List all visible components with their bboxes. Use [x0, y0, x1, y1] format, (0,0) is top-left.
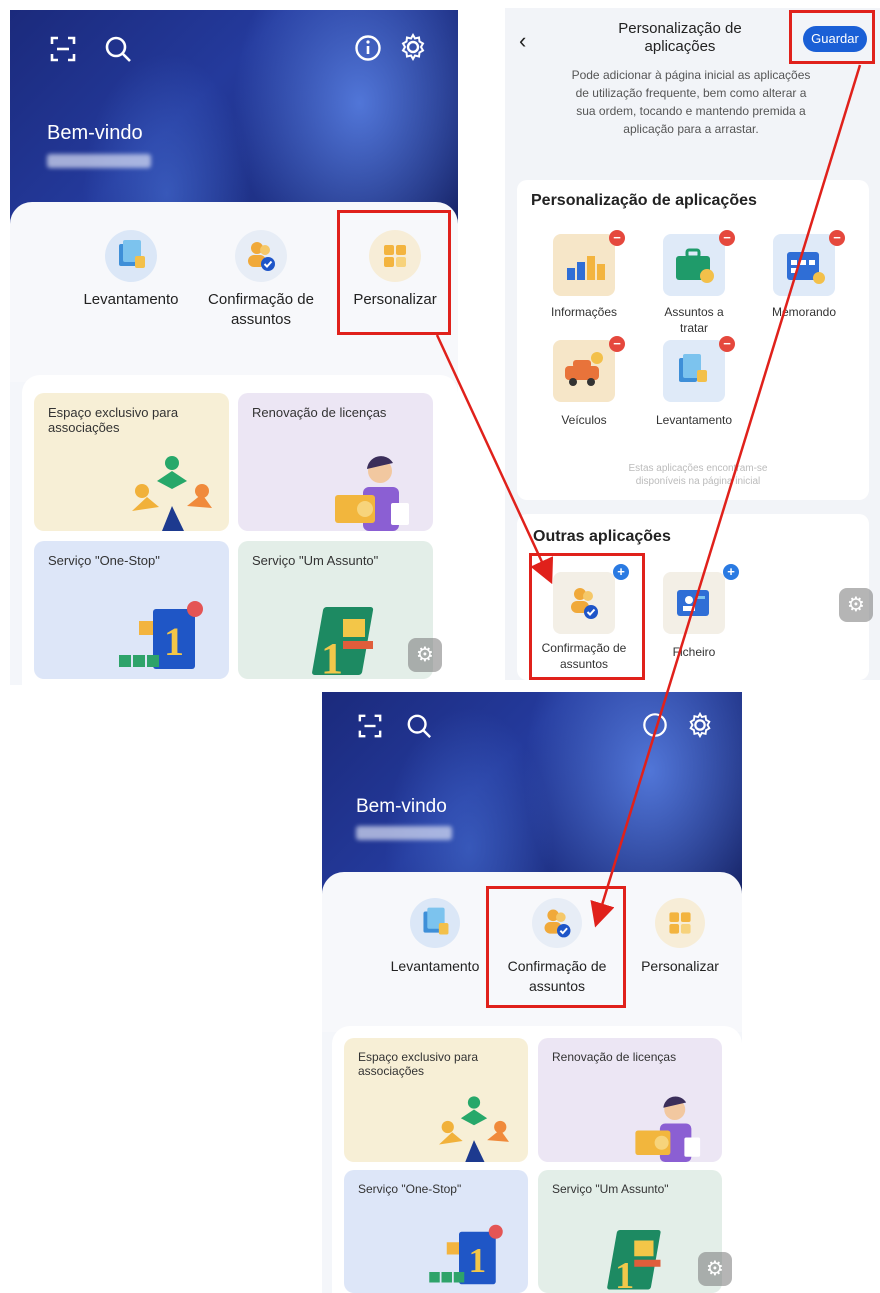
home-screen-after: Bem-vindo Levantamento Confirmação de as…: [322, 692, 742, 1293]
file-icon: [677, 590, 709, 616]
hero-banner: Bem-vindo: [322, 692, 742, 900]
quick-item-confirmacao[interactable]: Confirmação de assuntos: [196, 230, 326, 330]
quick-item-levantamento[interactable]: Levantamento: [380, 898, 490, 976]
confirm-matters-icon: [235, 230, 287, 282]
app-tile-veiculos[interactable]: [553, 340, 615, 402]
one-stop-icon: 1: [429, 1224, 503, 1285]
card-label-um-assunto: Serviço "Um Assunto": [552, 1182, 669, 1196]
card-one-stop[interactable]: Serviço "One-Stop" 1: [344, 1170, 528, 1293]
page-title: Personalização de aplicações: [618, 20, 742, 55]
card-associacoes[interactable]: Espaço exclusivo para associações: [34, 393, 229, 531]
svg-text:1: 1: [164, 619, 184, 664]
app-label-levantamento: Levantamento: [655, 413, 733, 427]
remove-badge-memorando[interactable]: −: [829, 230, 845, 246]
vehicle-icon: [565, 352, 603, 386]
floating-settings-icon[interactable]: ⚙: [408, 638, 442, 672]
svg-text:1: 1: [321, 634, 343, 679]
withdrawal-icon: [105, 230, 157, 282]
home-screen-before: Bem-vindo Levantamento Confirmação de as…: [10, 10, 458, 685]
association-people-icon: [439, 1096, 509, 1162]
one-stop-icon: 1: [119, 601, 203, 669]
user-name-blurred: [47, 154, 151, 168]
user-name-blurred: [356, 826, 452, 840]
quick-label-levantamento: Levantamento: [390, 958, 480, 974]
license-renewal-icon: [335, 456, 409, 531]
floating-settings-icon[interactable]: ⚙: [698, 1252, 732, 1286]
app-tile-memorando[interactable]: [773, 234, 835, 296]
app-tile-assuntos[interactable]: [663, 234, 725, 296]
card-label-associacoes: Espaço exclusivo para associações: [48, 405, 179, 435]
floating-settings-icon[interactable]: ⚙: [839, 588, 873, 622]
svg-text:1: 1: [615, 1255, 634, 1293]
remove-badge-informacoes[interactable]: −: [609, 230, 625, 246]
license-renewal-icon: [635, 1096, 701, 1162]
one-matter-icon: 1: [312, 607, 374, 679]
withdrawal-icon: [679, 354, 707, 382]
highlight-personalizar: [337, 210, 451, 335]
card-label-renovacao: Renovação de licenças: [552, 1050, 677, 1064]
welcome-text: Bem-vindo: [47, 122, 143, 144]
remove-badge-levantamento[interactable]: −: [719, 336, 735, 352]
card-label-associacoes: Espaço exclusivo para associações: [358, 1050, 479, 1078]
association-people-icon: [132, 456, 212, 531]
quick-label-confirmacao: Confirmação de assuntos: [208, 291, 314, 328]
card-associacoes[interactable]: Espaço exclusivo para associações: [344, 1038, 528, 1162]
info-icon[interactable]: [642, 712, 668, 743]
quick-label-levantamento: Levantamento: [83, 291, 179, 308]
personalized-apps-card: Personalização de aplicações − Informaçõ…: [517, 180, 869, 500]
other-apps-title: Outras aplicações: [533, 528, 671, 545]
services-panel: Espaço exclusivo para associações Renova…: [22, 375, 458, 685]
app-tile-ficheiro[interactable]: [663, 572, 725, 634]
section-title: Personalização de aplicações: [531, 192, 757, 209]
services-panel: Espaço exclusivo para associações Renova…: [332, 1026, 742, 1293]
app-label-assuntos: Assuntos a tratar: [664, 305, 724, 335]
remove-badge-assuntos[interactable]: −: [719, 230, 735, 246]
info-icon[interactable]: [354, 34, 382, 67]
card-renovacao[interactable]: Renovação de licenças: [538, 1038, 722, 1162]
search-icon[interactable]: [406, 713, 432, 744]
customize-screen: ‹ Personalização de aplicações Guardar P…: [505, 8, 880, 680]
settings-icon[interactable]: [686, 711, 714, 744]
highlight-confirmacao-add: [529, 553, 645, 680]
card-um-assunto[interactable]: Serviço "Um Assunto" 1: [538, 1170, 722, 1293]
quick-item-levantamento[interactable]: Levantamento: [76, 230, 186, 310]
highlight-confirmacao-added: [486, 886, 626, 1008]
scan-icon[interactable]: [50, 36, 76, 67]
card-label-um-assunto: Serviço "Um Assunto": [252, 553, 379, 568]
card-label-one-stop: Serviço "One-Stop": [48, 553, 160, 568]
svg-text:1: 1: [469, 1241, 487, 1280]
withdrawal-icon: [410, 898, 460, 948]
card-label-renovacao: Renovação de licenças: [252, 405, 387, 420]
settings-icon[interactable]: [398, 32, 428, 67]
add-badge-ficheiro[interactable]: +: [723, 564, 739, 580]
card-label-one-stop: Serviço "One-Stop": [358, 1182, 462, 1196]
briefcase-icon: [676, 248, 714, 283]
welcome-text: Bem-vindo: [356, 796, 447, 817]
app-label-informacoes: Informações: [550, 305, 618, 319]
card-um-assunto[interactable]: Serviço "Um Assunto" 1: [238, 541, 433, 679]
app-label-memorando: Memorando: [771, 305, 837, 319]
instructions-text: Pode adicionar à página inicial as aplic…: [571, 68, 811, 136]
customize-icon: [655, 898, 705, 948]
one-matter-icon: 1: [607, 1230, 661, 1293]
card-one-stop[interactable]: Serviço "One-Stop" 1: [34, 541, 229, 679]
app-tile-informacoes[interactable]: [553, 234, 615, 296]
app-tile-levantamento[interactable]: [663, 340, 725, 402]
calendar-icon: [787, 252, 825, 284]
quick-item-personalizar[interactable]: Personalizar: [628, 898, 732, 976]
scan-icon[interactable]: [358, 714, 382, 743]
card-renovacao[interactable]: Renovação de licenças: [238, 393, 433, 531]
search-icon[interactable]: [104, 35, 132, 68]
back-icon[interactable]: ‹: [519, 28, 526, 54]
quick-label-personalizar: Personalizar: [641, 958, 719, 974]
app-label-ficheiro: Ficheiro: [672, 645, 716, 659]
statistics-icon: [567, 256, 605, 280]
app-label-veiculos: Veículos: [561, 413, 607, 427]
highlight-guardar: [789, 10, 875, 64]
available-apps-hint: Estas aplicações encontram-se disponívei…: [628, 463, 768, 487]
remove-badge-veiculos[interactable]: −: [609, 336, 625, 352]
